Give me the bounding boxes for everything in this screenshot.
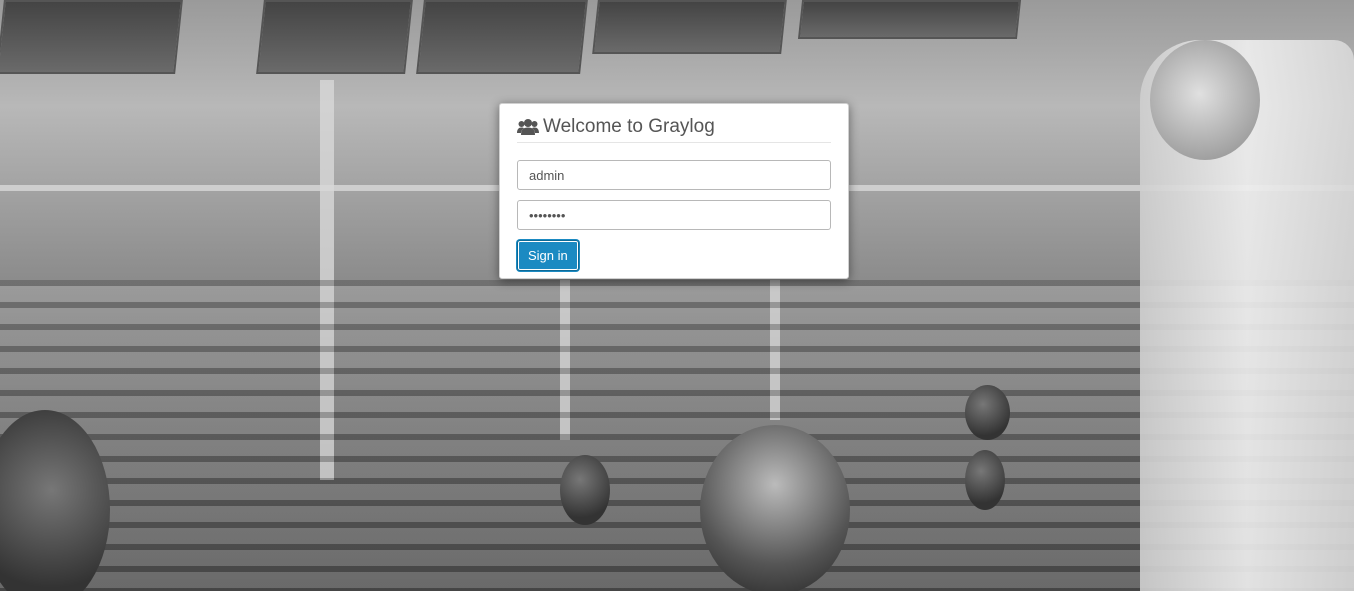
ceiling-panel [256,0,413,74]
standing-person-head [1150,40,1260,160]
ceiling-panel [0,0,183,74]
audience-head [560,455,610,525]
ceiling-panel [797,0,1022,39]
username-input[interactable] [517,160,831,190]
password-input[interactable] [517,200,831,230]
sign-in-button[interactable]: Sign in [517,240,579,271]
foreground-head-center [700,425,850,591]
login-header: Welcome to Graylog [517,114,831,143]
login-title: Welcome to Graylog [543,116,715,137]
audience-head [965,385,1010,440]
background-photo [0,0,1354,591]
users-icon [517,118,539,136]
ceiling-panel [592,0,787,54]
audience-head [965,450,1005,510]
ceiling-panel [416,0,588,74]
login-dialog: Welcome to Graylog Sign in [499,103,849,279]
